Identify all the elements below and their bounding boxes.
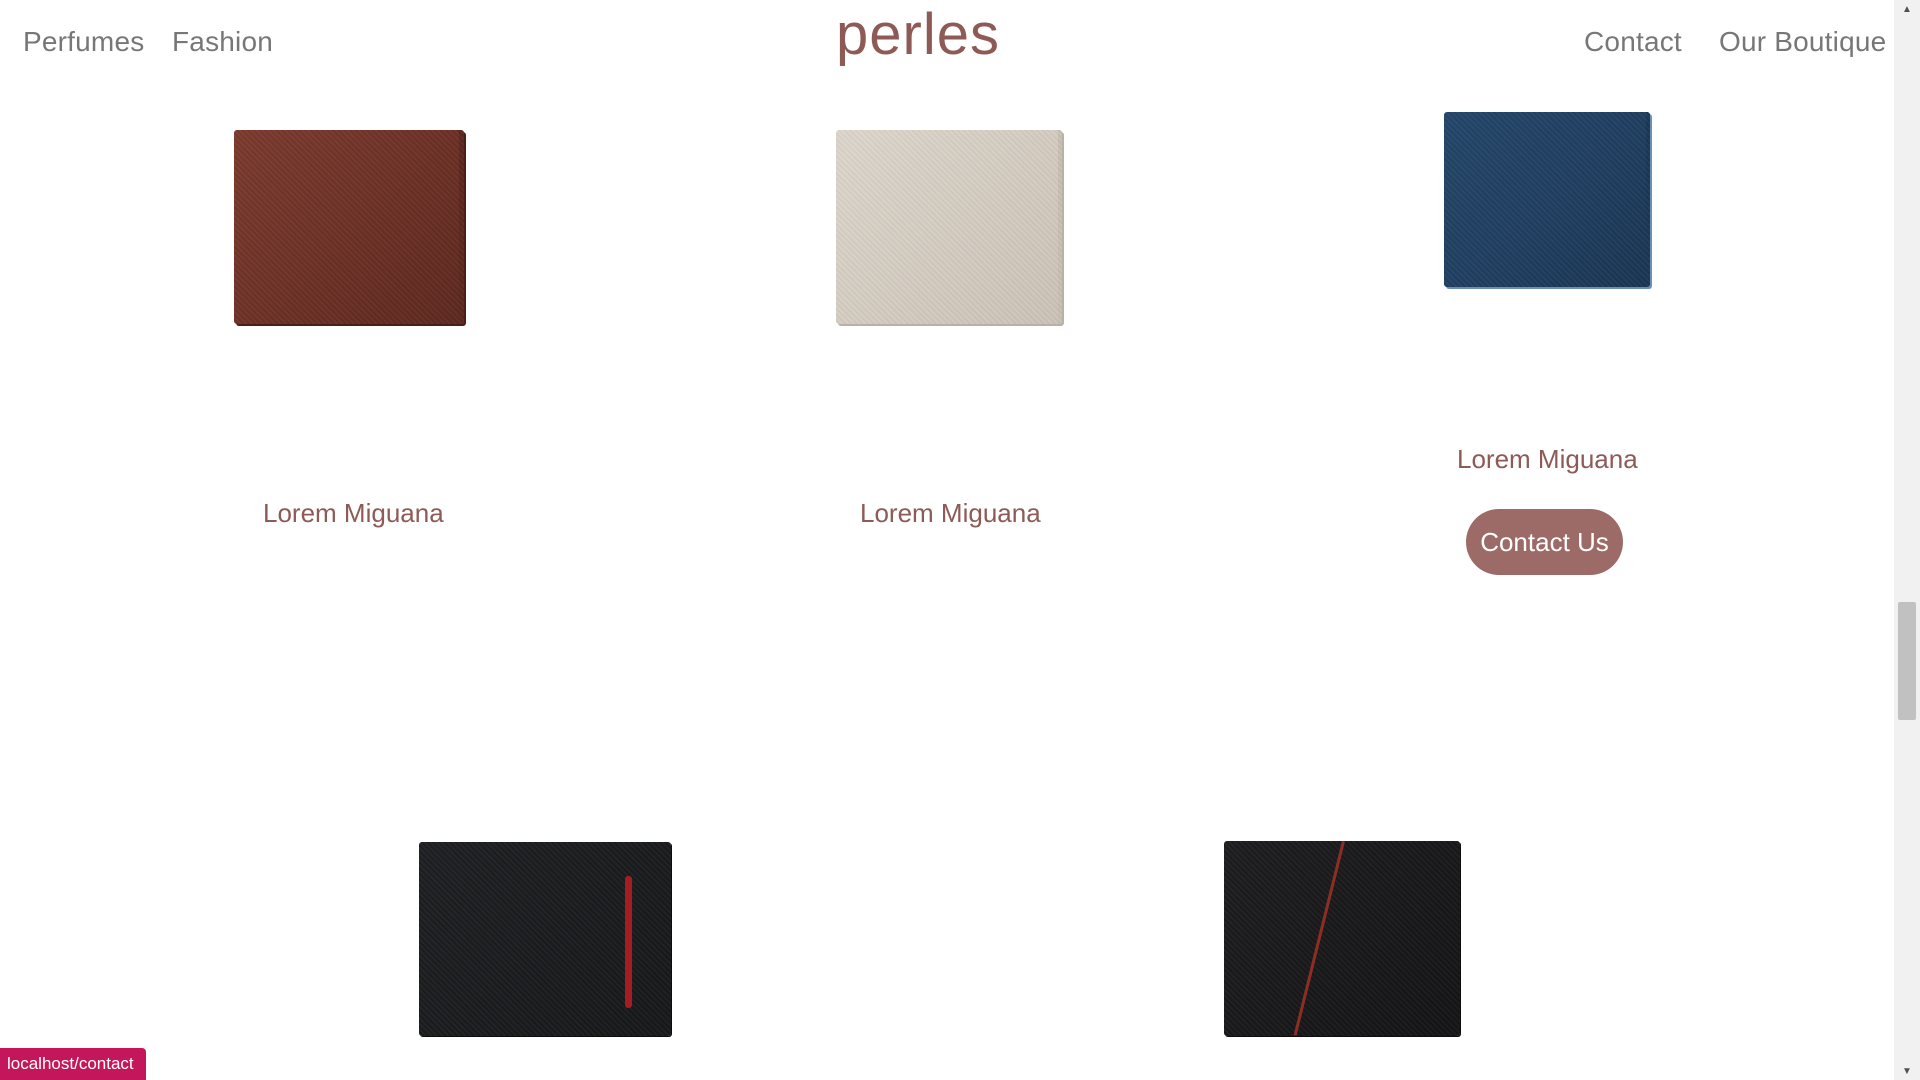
nav-perfumes-link[interactable]: Perfumes — [23, 26, 144, 58]
product-name[interactable]: Lorem Miguana — [263, 498, 444, 529]
nav-fashion-link[interactable]: Fashion — [172, 26, 273, 58]
contact-us-button[interactable]: Contact Us — [1466, 509, 1623, 575]
product-image-beige-wallet[interactable] — [836, 130, 1062, 324]
nav-our-boutique-link[interactable]: Our Boutique — [1719, 26, 1886, 58]
product-name[interactable]: Lorem Miguana — [1457, 444, 1638, 475]
scroll-up-arrow-icon[interactable]: ▲ — [1894, 0, 1920, 18]
status-url-bar: localhost/contact — [0, 1048, 146, 1080]
nav-contact-link[interactable]: Contact — [1584, 26, 1682, 58]
vertical-scrollbar[interactable]: ▲ ▼ — [1894, 0, 1920, 1080]
scroll-down-arrow-icon[interactable]: ▼ — [1894, 1062, 1920, 1080]
product-image-black-wallet-diagonal[interactable] — [1224, 841, 1460, 1036]
product-image-blue-wallet[interactable] — [1444, 112, 1650, 287]
diagonal-stitch-accent — [1293, 841, 1345, 1036]
page: Perfumes Fashion perles Contact Our Bout… — [0, 0, 1920, 1080]
red-slot-accent — [625, 876, 632, 1008]
product-image-black-wallet-red-slot[interactable] — [419, 842, 671, 1036]
product-image-brown-wallet[interactable] — [234, 130, 464, 324]
site-logo[interactable]: perles — [836, 0, 1000, 70]
scrollbar-thumb[interactable] — [1898, 602, 1916, 720]
product-name[interactable]: Lorem Miguana — [860, 498, 1041, 529]
